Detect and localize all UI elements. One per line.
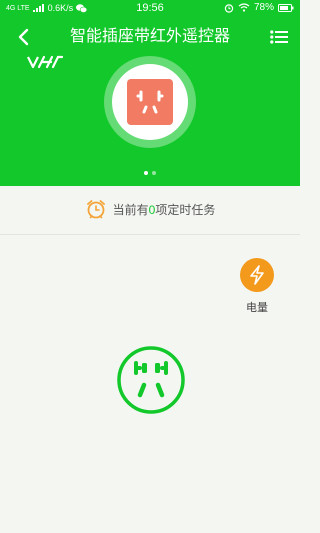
nav-bar: 智能插座带红外遥控器 (0, 22, 300, 52)
timer-task-bar[interactable]: 当前有0项定时任务 (0, 186, 300, 235)
power-label: 电量 (246, 302, 268, 314)
device-status-ring[interactable] (104, 56, 196, 148)
alarm-status-icon (224, 3, 234, 13)
socket-switch-icon (117, 346, 185, 414)
menu-button[interactable] (266, 24, 292, 50)
timer-prefix: 当前有 (112, 202, 149, 217)
device-inner-circle (112, 64, 188, 140)
alarm-clock-icon (86, 200, 105, 219)
socket-outlet-graphic (136, 90, 164, 114)
power-consumption-button[interactable] (240, 258, 274, 292)
timer-suffix: 项定时任务 (155, 202, 216, 217)
page-indicator (0, 171, 300, 175)
brand-logo-icon (27, 55, 64, 69)
wifi-icon (238, 3, 250, 12)
socket-switch-button[interactable] (116, 345, 186, 415)
pager-dot-1[interactable] (144, 171, 148, 175)
battery-icon (278, 3, 294, 12)
timer-content: 当前有0项定时任务 (0, 198, 300, 220)
lightning-icon (250, 265, 264, 285)
status-right: 78% (224, 2, 294, 13)
chevron-left-icon (18, 28, 29, 46)
status-bar: 4G LTE 0.6K/s 19:56 78% (0, 0, 300, 18)
page-title: 智能插座带红外遥控器 (69, 28, 230, 45)
power-socket-icon (127, 79, 173, 125)
list-menu-icon (270, 30, 288, 44)
battery-percent: 78% (253, 2, 274, 13)
back-button[interactable] (10, 24, 36, 50)
pager-dot-2[interactable] (152, 171, 156, 175)
timer-text: 当前有0项定时任务 (113, 201, 216, 218)
header-panel: 4G LTE 0.6K/s 19:56 78% 智能插座带红外遥控器 (0, 0, 300, 186)
